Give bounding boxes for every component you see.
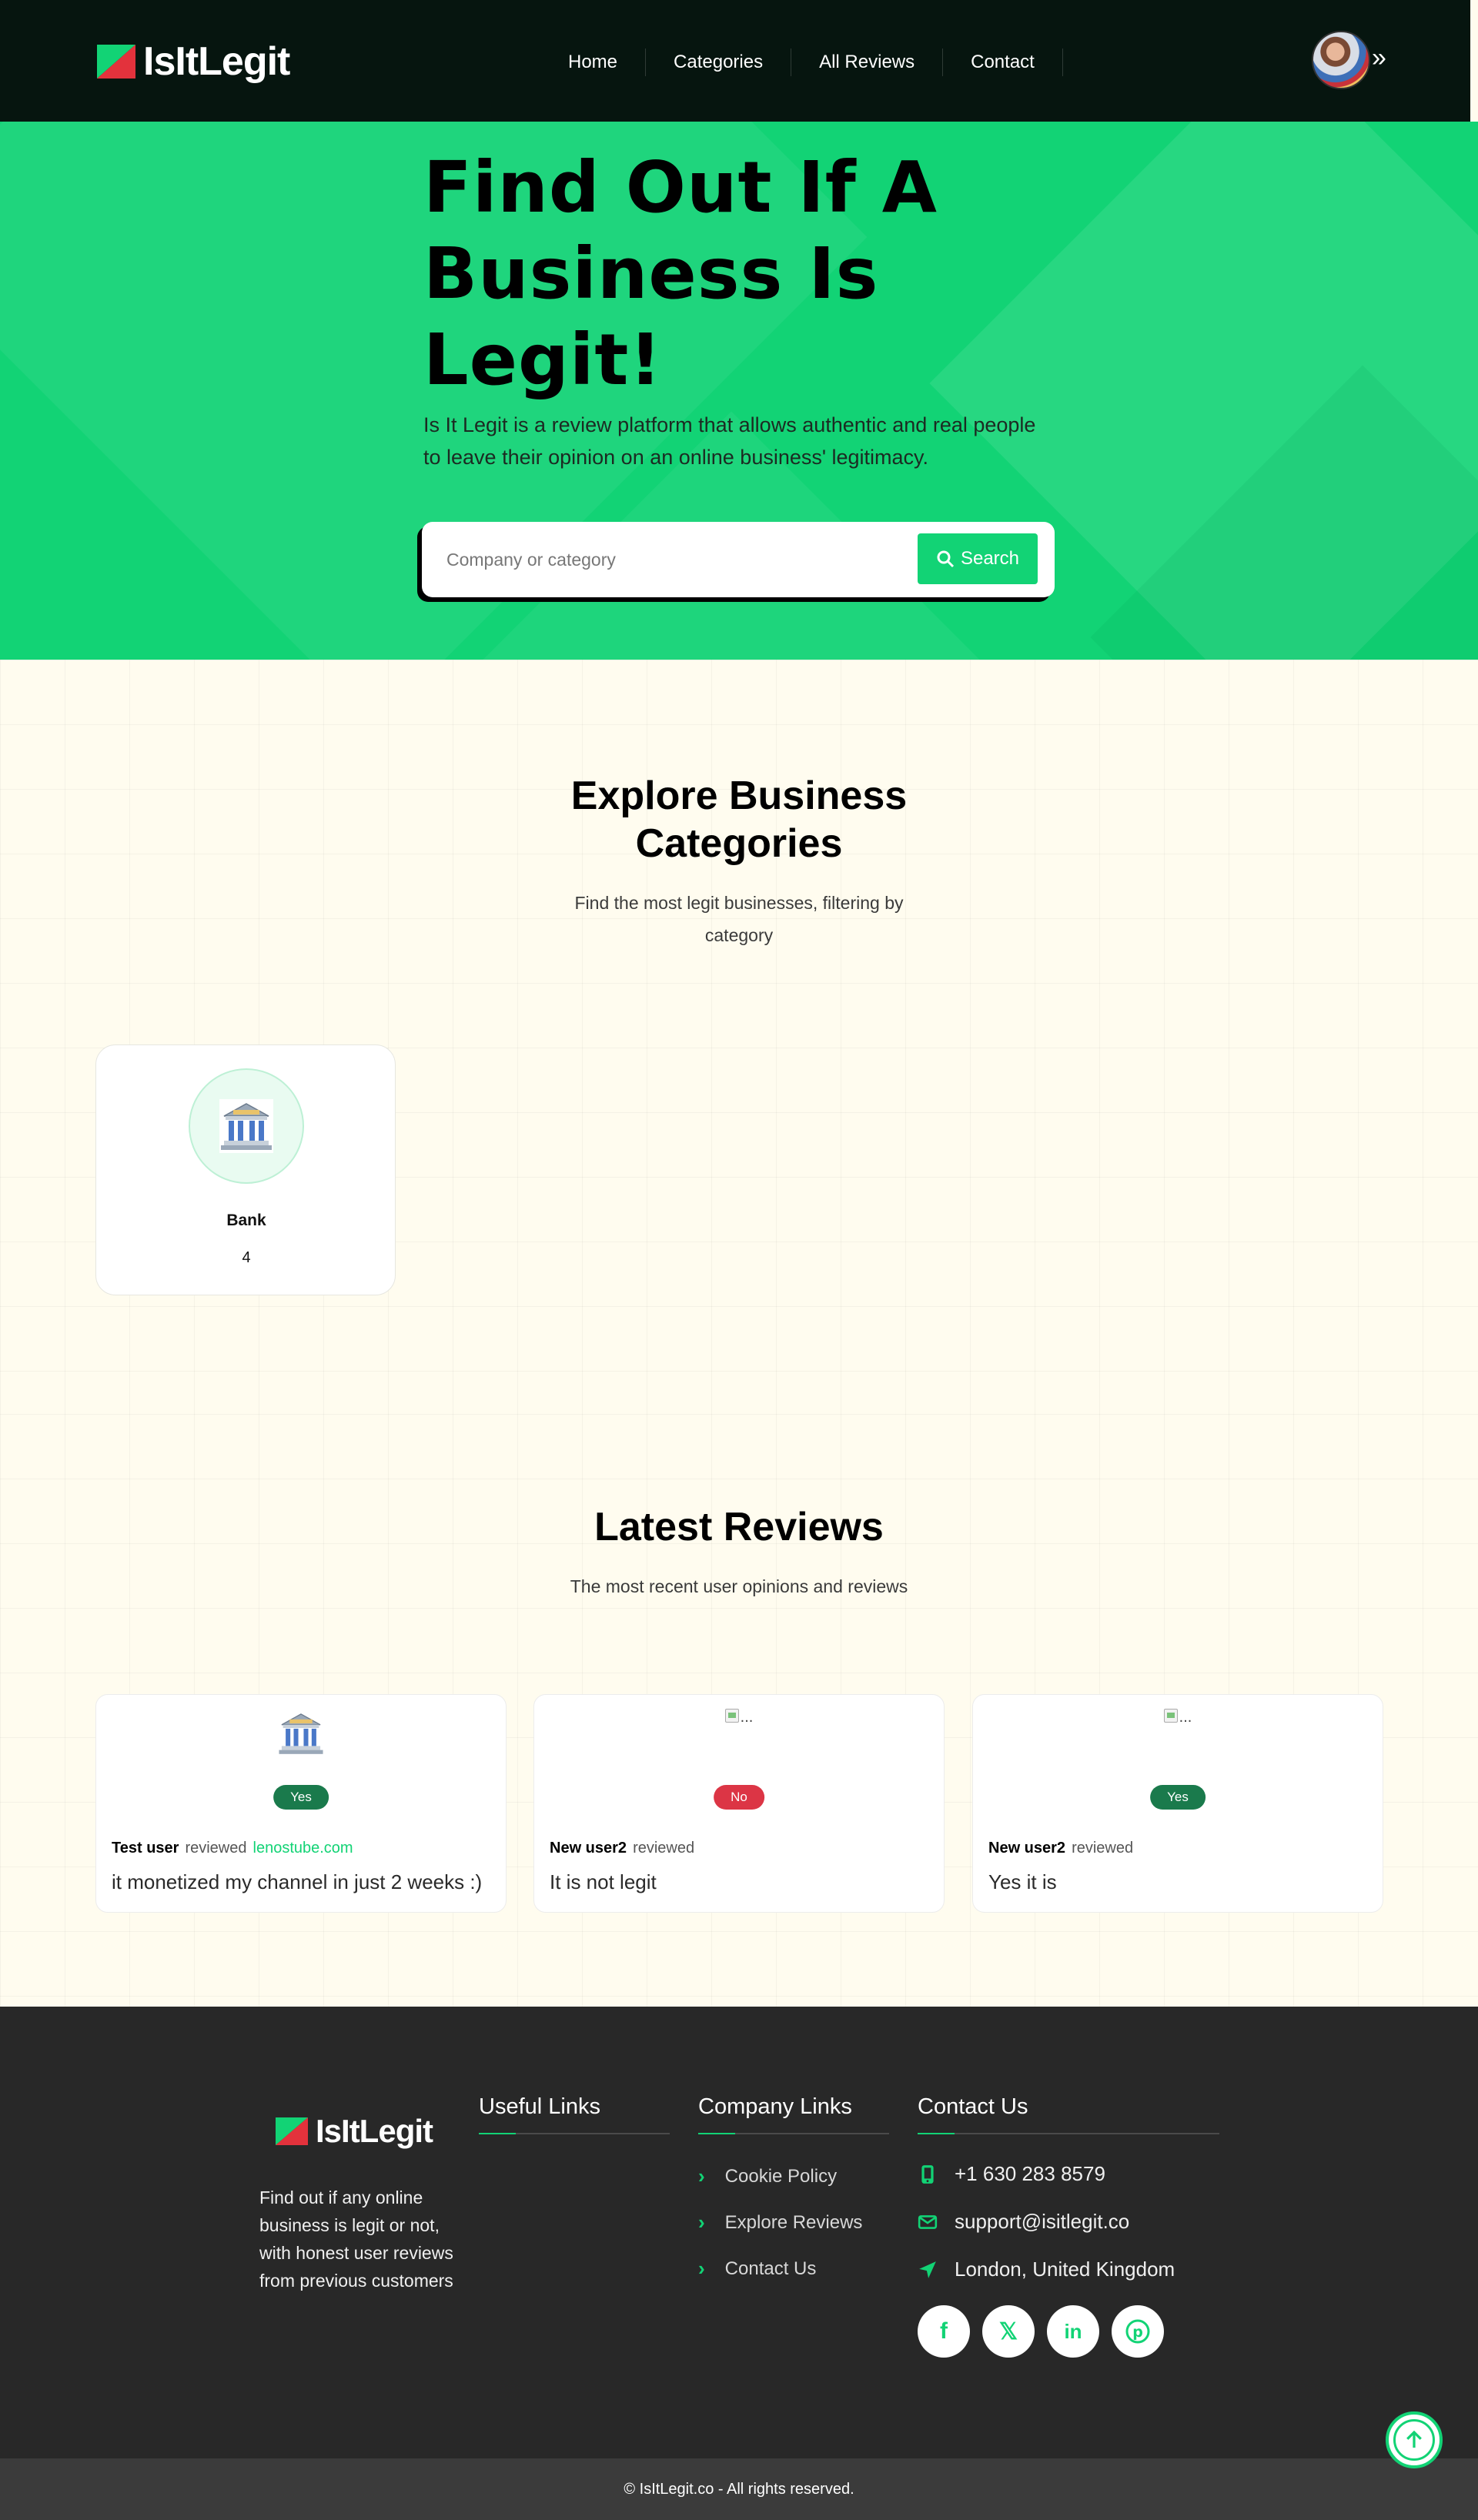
x-icon[interactable]: 𝕏 <box>982 2305 1035 2358</box>
nav-contact[interactable]: Contact <box>943 48 1063 76</box>
hero-section: Find Out If A Business Is Legit! Is It L… <box>0 122 1478 660</box>
verdict-badge: Yes <box>273 1785 329 1810</box>
review-action: reviewed <box>1072 1840 1134 1857</box>
useful-links-title: Useful Links <box>479 2094 600 2119</box>
copyright: © IsItLegit.co - All rights reserved. <box>0 2458 1478 2520</box>
search-button[interactable]: Search <box>918 533 1038 584</box>
hero-subtitle: Is It Legit is a review platform that al… <box>423 413 1036 469</box>
pinterest-icon[interactable]: p <box>1112 2305 1164 2358</box>
review-image: ... <box>534 1709 944 1758</box>
category-count: 4 <box>242 1249 251 1266</box>
verdict-badge: No <box>714 1785 764 1810</box>
categories-title: Explore Business Categories <box>570 774 908 866</box>
review-action: reviewed <box>185 1840 247 1857</box>
company-links-title: Company Links <box>698 2094 852 2119</box>
back-to-top-button[interactable] <box>1386 2411 1443 2468</box>
chevron-right-icon: › <box>698 2257 705 2280</box>
broken-image-icon: ... <box>1163 1709 1192 1758</box>
nav-all-reviews[interactable]: All Reviews <box>791 48 944 76</box>
envelope-icon <box>918 2214 938 2229</box>
location-arrow-icon <box>919 2261 936 2278</box>
svg-text:p: p <box>1132 2324 1143 2341</box>
bank-icon <box>279 1713 323 1754</box>
review-user[interactable]: New user2 <box>988 1840 1065 1857</box>
chevron-double-right-icon[interactable]: » <box>1372 43 1386 73</box>
review-company-link[interactable]: lenostube.com <box>253 1840 353 1857</box>
review-card[interactable]: ... Yes New user2 reviewed Yes it is <box>972 1694 1383 1913</box>
chevron-right-icon: › <box>698 2164 705 2187</box>
logo-icon <box>97 45 135 79</box>
footer-brand-logo[interactable]: IsItLegit <box>276 2113 433 2150</box>
contact-phone[interactable]: +1 630 283 8579 <box>918 2162 1105 2186</box>
category-card-bank[interactable]: Bank 4 <box>95 1044 396 1295</box>
reviews-subtitle: The most recent user opinions and review… <box>570 1576 908 1596</box>
search-bar: Search <box>422 522 1055 597</box>
arrow-up-icon <box>1406 2430 1422 2448</box>
main-menu: Home Categories All Reviews Contact <box>543 48 1063 76</box>
linkedin-icon[interactable]: in <box>1047 2305 1099 2358</box>
divider <box>698 2133 889 2134</box>
top-navbar: IsItLegit Home Categories All Reviews Co… <box>0 0 1470 122</box>
nav-home[interactable]: Home <box>543 48 647 76</box>
review-user[interactable]: New user2 <box>550 1840 627 1857</box>
logo-icon <box>276 2117 308 2145</box>
hero-title: Find Out If A Business Is Legit! <box>423 146 938 401</box>
review-meta: New user2 reviewed <box>988 1840 1133 1857</box>
review-image <box>96 1709 506 1758</box>
facebook-icon[interactable]: f <box>918 2305 970 2358</box>
nav-categories[interactable]: Categories <box>646 48 792 76</box>
brand-logo[interactable]: IsItLegit <box>97 38 290 85</box>
review-meta: New user2 reviewed <box>550 1840 694 1857</box>
search-input[interactable] <box>446 540 878 579</box>
contact-title: Contact Us <box>918 2094 1028 2119</box>
user-avatar[interactable] <box>1312 31 1370 89</box>
review-meta: Test user reviewed lenostube.com <box>112 1840 353 1857</box>
review-card[interactable]: Yes Test user reviewed lenostube.com it mo… <box>95 1694 507 1913</box>
search-icon <box>937 550 955 568</box>
footer: IsItLegit Find out if any online busines… <box>0 2007 1478 2458</box>
footer-description: Find out if any online business is legit… <box>259 2187 453 2291</box>
contact-location: London, United Kingdom <box>918 2258 1175 2281</box>
category-name: Bank <box>226 1212 266 1229</box>
categories-subtitle: Find the most legit businesses, filterin… <box>574 893 904 945</box>
review-action: reviewed <box>633 1840 695 1857</box>
footer-link-explore-reviews[interactable]: › Explore Reviews <box>698 2211 862 2234</box>
review-image: ... <box>973 1709 1383 1758</box>
review-card[interactable]: ... No New user2 reviewed It is not legit <box>533 1694 945 1913</box>
footer-link-cookie-policy[interactable]: › Cookie Policy <box>698 2164 837 2188</box>
contact-email[interactable]: support@isitlegit.co <box>918 2210 1129 2234</box>
review-text: It is not legit <box>550 1870 657 1893</box>
bank-icon <box>189 1068 304 1184</box>
review-text: Yes it is <box>988 1870 1057 1893</box>
footer-link-contact-us[interactable]: › Contact Us <box>698 2257 816 2281</box>
divider <box>479 2133 670 2134</box>
review-user[interactable]: Test user <box>112 1840 179 1857</box>
search-button-label: Search <box>960 548 1020 569</box>
footer-brand-name: IsItLegit <box>316 2113 433 2149</box>
phone-icon <box>921 2164 934 2184</box>
reviews-title: Latest Reviews <box>594 1505 884 1549</box>
divider <box>918 2133 1219 2134</box>
verdict-badge: Yes <box>1150 1785 1205 1810</box>
brand-name: IsItLegit <box>143 39 290 84</box>
broken-image-icon: ... <box>724 1709 753 1758</box>
chevron-right-icon: › <box>698 2211 705 2234</box>
review-text: it monetized my channel in just 2 weeks … <box>112 1870 483 1893</box>
